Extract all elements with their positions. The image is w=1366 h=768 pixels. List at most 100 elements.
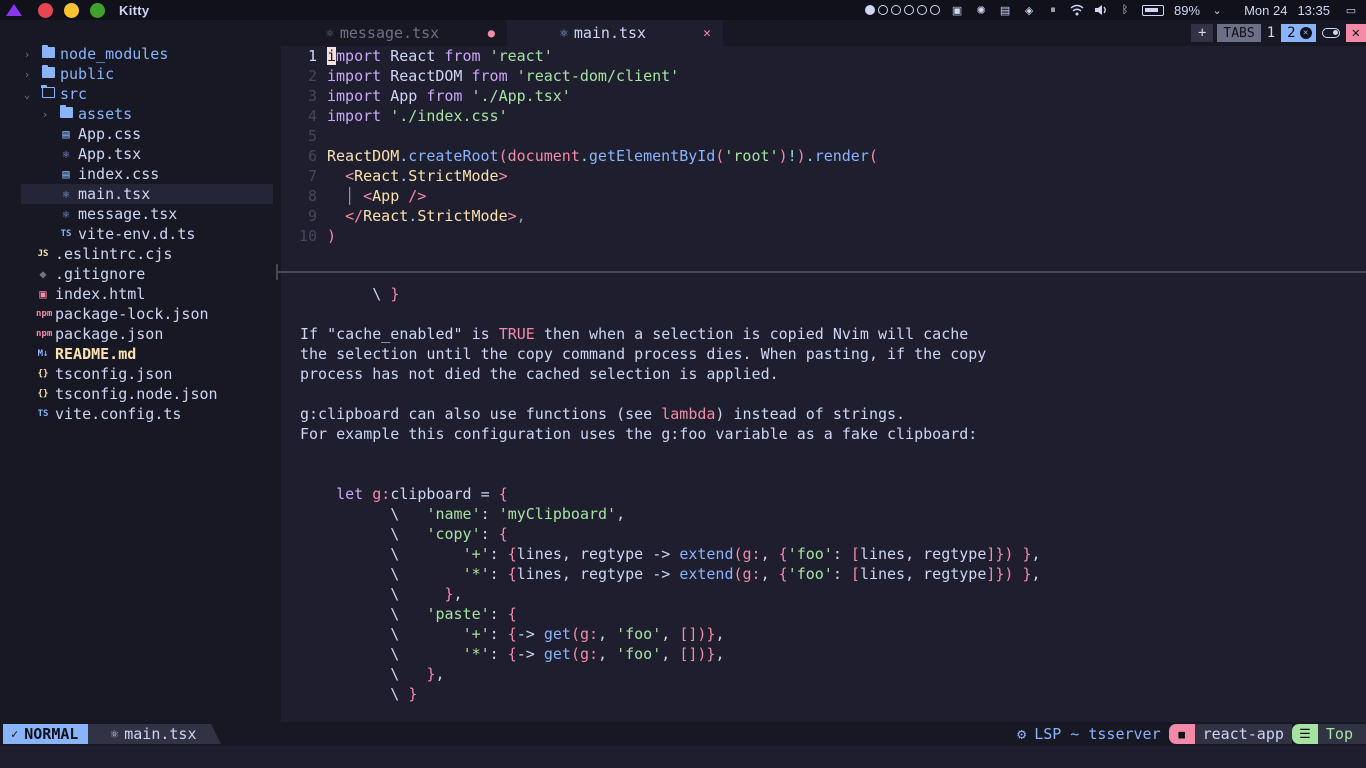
code-token: g:	[579, 645, 599, 663]
code-token: ,	[598, 645, 617, 663]
window-minimize-button[interactable]	[64, 2, 79, 18]
tab-message-tsx[interactable]: ⚛ message.tsx ●	[281, 20, 507, 46]
volume-icon[interactable]	[1094, 3, 1108, 17]
tab-controls: + TABS 1 2 ✕ ✕	[1190, 20, 1366, 46]
code-token: {	[507, 645, 517, 663]
chevron-right-icon[interactable]: ›	[22, 48, 32, 61]
code-line: 1 import React from 'react'	[281, 46, 1366, 66]
notification-icon[interactable]: ✺	[974, 3, 988, 17]
tree-item[interactable]: › public	[0, 64, 281, 84]
date-label[interactable]: Mon 24	[1244, 3, 1287, 18]
wifi-icon[interactable]	[1070, 3, 1084, 17]
color-picker-icon[interactable]: ◈	[1022, 3, 1036, 17]
tab-number-1[interactable]: 1	[1261, 24, 1281, 42]
workspace-dot[interactable]	[878, 5, 889, 15]
code-token: ,	[516, 207, 526, 225]
workspace-dot[interactable]	[930, 5, 941, 15]
tree-item[interactable]: ⚛ message.tsx	[0, 204, 281, 224]
line-number: 3	[307, 87, 317, 105]
code-token: )}	[697, 625, 716, 643]
tree-item-label: public	[60, 65, 115, 83]
close-circle-icon[interactable]: ✕	[1299, 27, 1312, 39]
new-tab-button[interactable]: +	[1190, 24, 1214, 42]
tree-item[interactable]: › assets	[0, 104, 281, 124]
window-split-divider[interactable]	[276, 264, 1366, 280]
tree-item[interactable]: TS vite.config.ts	[0, 404, 281, 424]
tree-item[interactable]: JS .eslintrc.cjs	[0, 244, 281, 264]
tree-item-label: package.json	[55, 325, 164, 343]
workspace-dot[interactable]	[904, 5, 915, 15]
code-token: import	[327, 67, 382, 85]
line-number: 1	[307, 47, 317, 65]
tree-item[interactable]: ⚛ App.tsx	[0, 144, 281, 164]
toggle-icon[interactable]	[1316, 24, 1346, 42]
window-layout-icon[interactable]: ▭	[1344, 3, 1358, 17]
distro-logo-icon[interactable]	[6, 4, 22, 16]
line-number: 10	[298, 227, 317, 245]
tree-item[interactable]: ▤ index.css	[0, 164, 281, 184]
tree-item[interactable]: ◆ .gitignore	[0, 264, 281, 284]
tree-item[interactable]: ⌄ src	[0, 84, 281, 104]
tree-item[interactable]: › node_modules	[0, 44, 281, 64]
window-close-button[interactable]	[38, 2, 53, 18]
code-token: >	[498, 167, 508, 185]
close-all-button[interactable]: ✕	[1345, 24, 1366, 42]
tree-item-label: App.tsx	[78, 145, 142, 163]
workspace-dot[interactable]	[865, 5, 876, 15]
tree-item-label: tsconfig.node.json	[55, 385, 218, 403]
code-token: \	[300, 645, 463, 663]
close-tab-icon[interactable]: ✕	[703, 26, 711, 41]
gears-icon: ⚙	[1017, 725, 1027, 743]
chevron-right-icon[interactable]: ›	[40, 108, 50, 121]
tree-item[interactable]: {} tsconfig.node.json	[0, 384, 281, 404]
code-token: }	[1022, 545, 1032, 563]
code-editor-pane[interactable]: 1 import React from 'react' 2 import ReactD…	[281, 46, 1366, 268]
code-line: \ },	[281, 584, 1366, 604]
tab-label: main.tsx	[573, 24, 647, 42]
npm-file-icon: npm	[36, 329, 53, 339]
tree-item[interactable]: TS vite-env.d.ts	[0, 224, 281, 244]
window-maximize-button[interactable]	[90, 2, 105, 18]
chevron-down-icon[interactable]: ⌄	[1210, 3, 1224, 17]
current-file-segment: ⚛ main.tsx	[88, 724, 221, 744]
code-token: document	[507, 147, 580, 165]
chevron-right-icon[interactable]: ›	[22, 68, 32, 81]
line-number: 5	[307, 127, 317, 145]
tree-item[interactable]: M↓ README.md	[0, 344, 281, 364]
react-icon: ⚛	[560, 25, 568, 41]
chevron-down-icon[interactable]: ⌄	[22, 88, 32, 101]
tree-item[interactable]: npm package.json	[0, 324, 281, 344]
code-token: \	[300, 665, 427, 683]
code-token: :	[480, 505, 499, 523]
tree-item-label: tsconfig.json	[55, 365, 173, 383]
media-pause-icon[interactable]: ⏸	[1046, 3, 1060, 17]
code-text: import './index.css'	[327, 106, 508, 126]
bluetooth-icon[interactable]: ᛒ	[1118, 3, 1132, 17]
code-token: ,	[661, 625, 680, 643]
tab-number-2[interactable]: 2 ✕	[1281, 24, 1316, 42]
code-token: \	[300, 505, 427, 523]
code-token: \	[300, 525, 427, 543]
lsp-segment[interactable]: ⚙ LSP ~ tsserver	[1009, 724, 1168, 744]
tree-item[interactable]: ▣ index.html	[0, 284, 281, 304]
workspace-dot[interactable]	[891, 5, 902, 15]
tab-main-tsx[interactable]: ⚛ main.tsx ✕	[507, 20, 723, 46]
tree-item[interactable]: ▤ App.css	[0, 124, 281, 144]
code-token: 'root'	[724, 147, 779, 165]
code-token: lines, regtype	[859, 545, 987, 563]
code-token: []	[679, 645, 698, 663]
tree-item[interactable]: npm package-lock.json	[0, 304, 281, 324]
tree-item[interactable]: ⚛ main.tsx	[21, 184, 273, 204]
help-doc-pane[interactable]: \ } If "cache_enabled" is TRUE then when …	[281, 284, 1366, 720]
time-label[interactable]: 13:35	[1297, 3, 1330, 18]
workspace-dot[interactable]	[917, 5, 928, 15]
tree-item[interactable]: {} tsconfig.json	[0, 364, 281, 384]
storage-icon[interactable]: ▤	[998, 3, 1012, 17]
workspace-indicator[interactable]	[865, 5, 941, 15]
clipboard-icon[interactable]: ▣	[950, 3, 964, 17]
code-line: \ }	[281, 284, 1366, 304]
code-token: extend	[679, 545, 734, 563]
battery-icon[interactable]	[1142, 4, 1165, 16]
